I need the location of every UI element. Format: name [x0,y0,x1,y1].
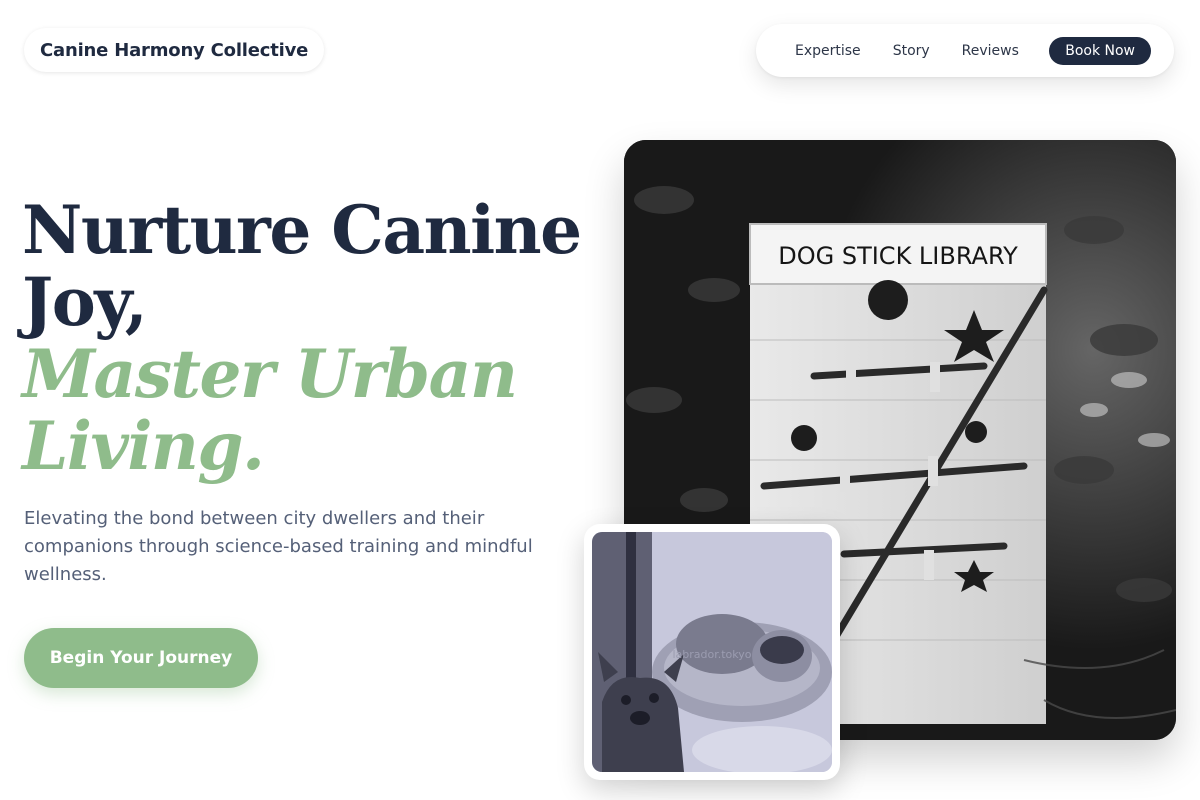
hero-subtitle: Elevating the bond between city dwellers… [24,508,533,585]
brand-logo[interactable]: Canine Harmony Collective [24,28,325,72]
begin-journey-button[interactable]: Begin Your Journey [24,628,258,688]
card-watermark: labrador.tokyo [672,648,751,661]
nav-link-story[interactable]: Story [877,37,946,65]
book-now-button[interactable]: Book Now [1049,36,1151,65]
headline-line-1: Nurture Canine Joy, [22,191,582,341]
sign-text: DOG STICK LIBRARY [778,242,1018,270]
top-nav: Expertise Story Reviews Book Now [756,24,1174,77]
photo-card-french-bulldog: labrador.tokyo [584,524,840,780]
nav-link-expertise[interactable]: Expertise [779,37,877,65]
nav-link-reviews[interactable]: Reviews [946,37,1035,65]
hero-headline: Nurture Canine Joy, Master Urban Living. [22,194,602,482]
headline-line-2: Master Urban Living. [22,335,518,485]
